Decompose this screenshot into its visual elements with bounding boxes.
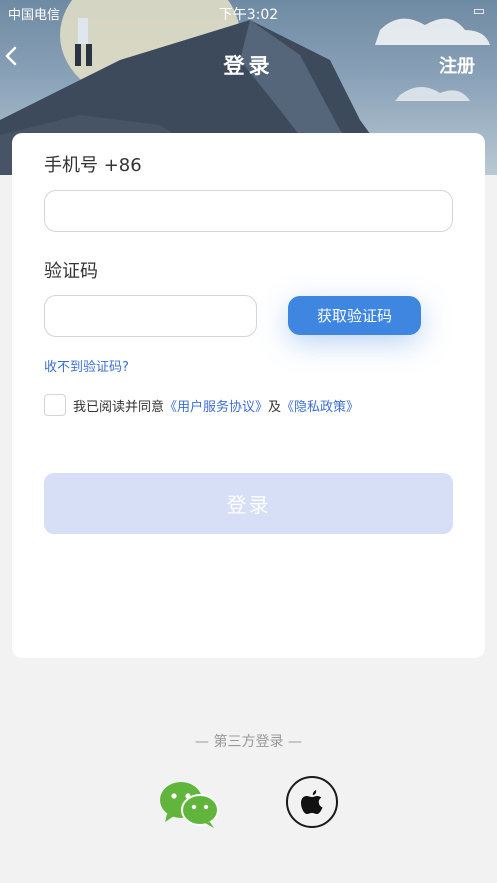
- no-code-link[interactable]: 收不到验证码?: [44, 356, 129, 375]
- privacy-link[interactable]: 《隐私政策》: [281, 396, 359, 415]
- register-link[interactable]: 注册: [439, 52, 475, 78]
- login-card: 手机号 +86 验证码 获取验证码 收不到验证码? 我已阅读并同意 《用户服务协…: [12, 133, 485, 658]
- apple-icon: [301, 790, 323, 814]
- wechat-icon[interactable]: [159, 780, 219, 828]
- agree-checkbox[interactable]: [44, 394, 66, 416]
- battery-icon: ▭: [472, 4, 485, 19]
- status-time: 下午3:02: [218, 7, 279, 23]
- login-button[interactable]: 登录: [44, 473, 453, 534]
- navigation-bar: 登录 注册: [0, 44, 497, 84]
- apple-login-button[interactable]: [286, 776, 338, 828]
- third-party-label: — 第三方登录 —: [195, 734, 302, 750]
- status-bar: 中国电信 下午3:02 ▭: [0, 4, 497, 23]
- code-label: 验证码: [44, 261, 98, 282]
- phone-label: 手机号 +86: [44, 155, 142, 176]
- agree-text: 我已阅读并同意: [73, 399, 165, 415]
- phone-input[interactable]: [44, 190, 453, 232]
- terms-link[interactable]: 《用户服务协议》: [164, 396, 268, 415]
- and-text: 及: [268, 399, 282, 415]
- agreement-row: 我已阅读并同意 《用户服务协议》 及 《隐私政策》: [44, 393, 359, 417]
- page-title: 登录: [223, 54, 274, 78]
- code-input[interactable]: [44, 295, 257, 337]
- get-code-button[interactable]: 获取验证码: [288, 296, 421, 335]
